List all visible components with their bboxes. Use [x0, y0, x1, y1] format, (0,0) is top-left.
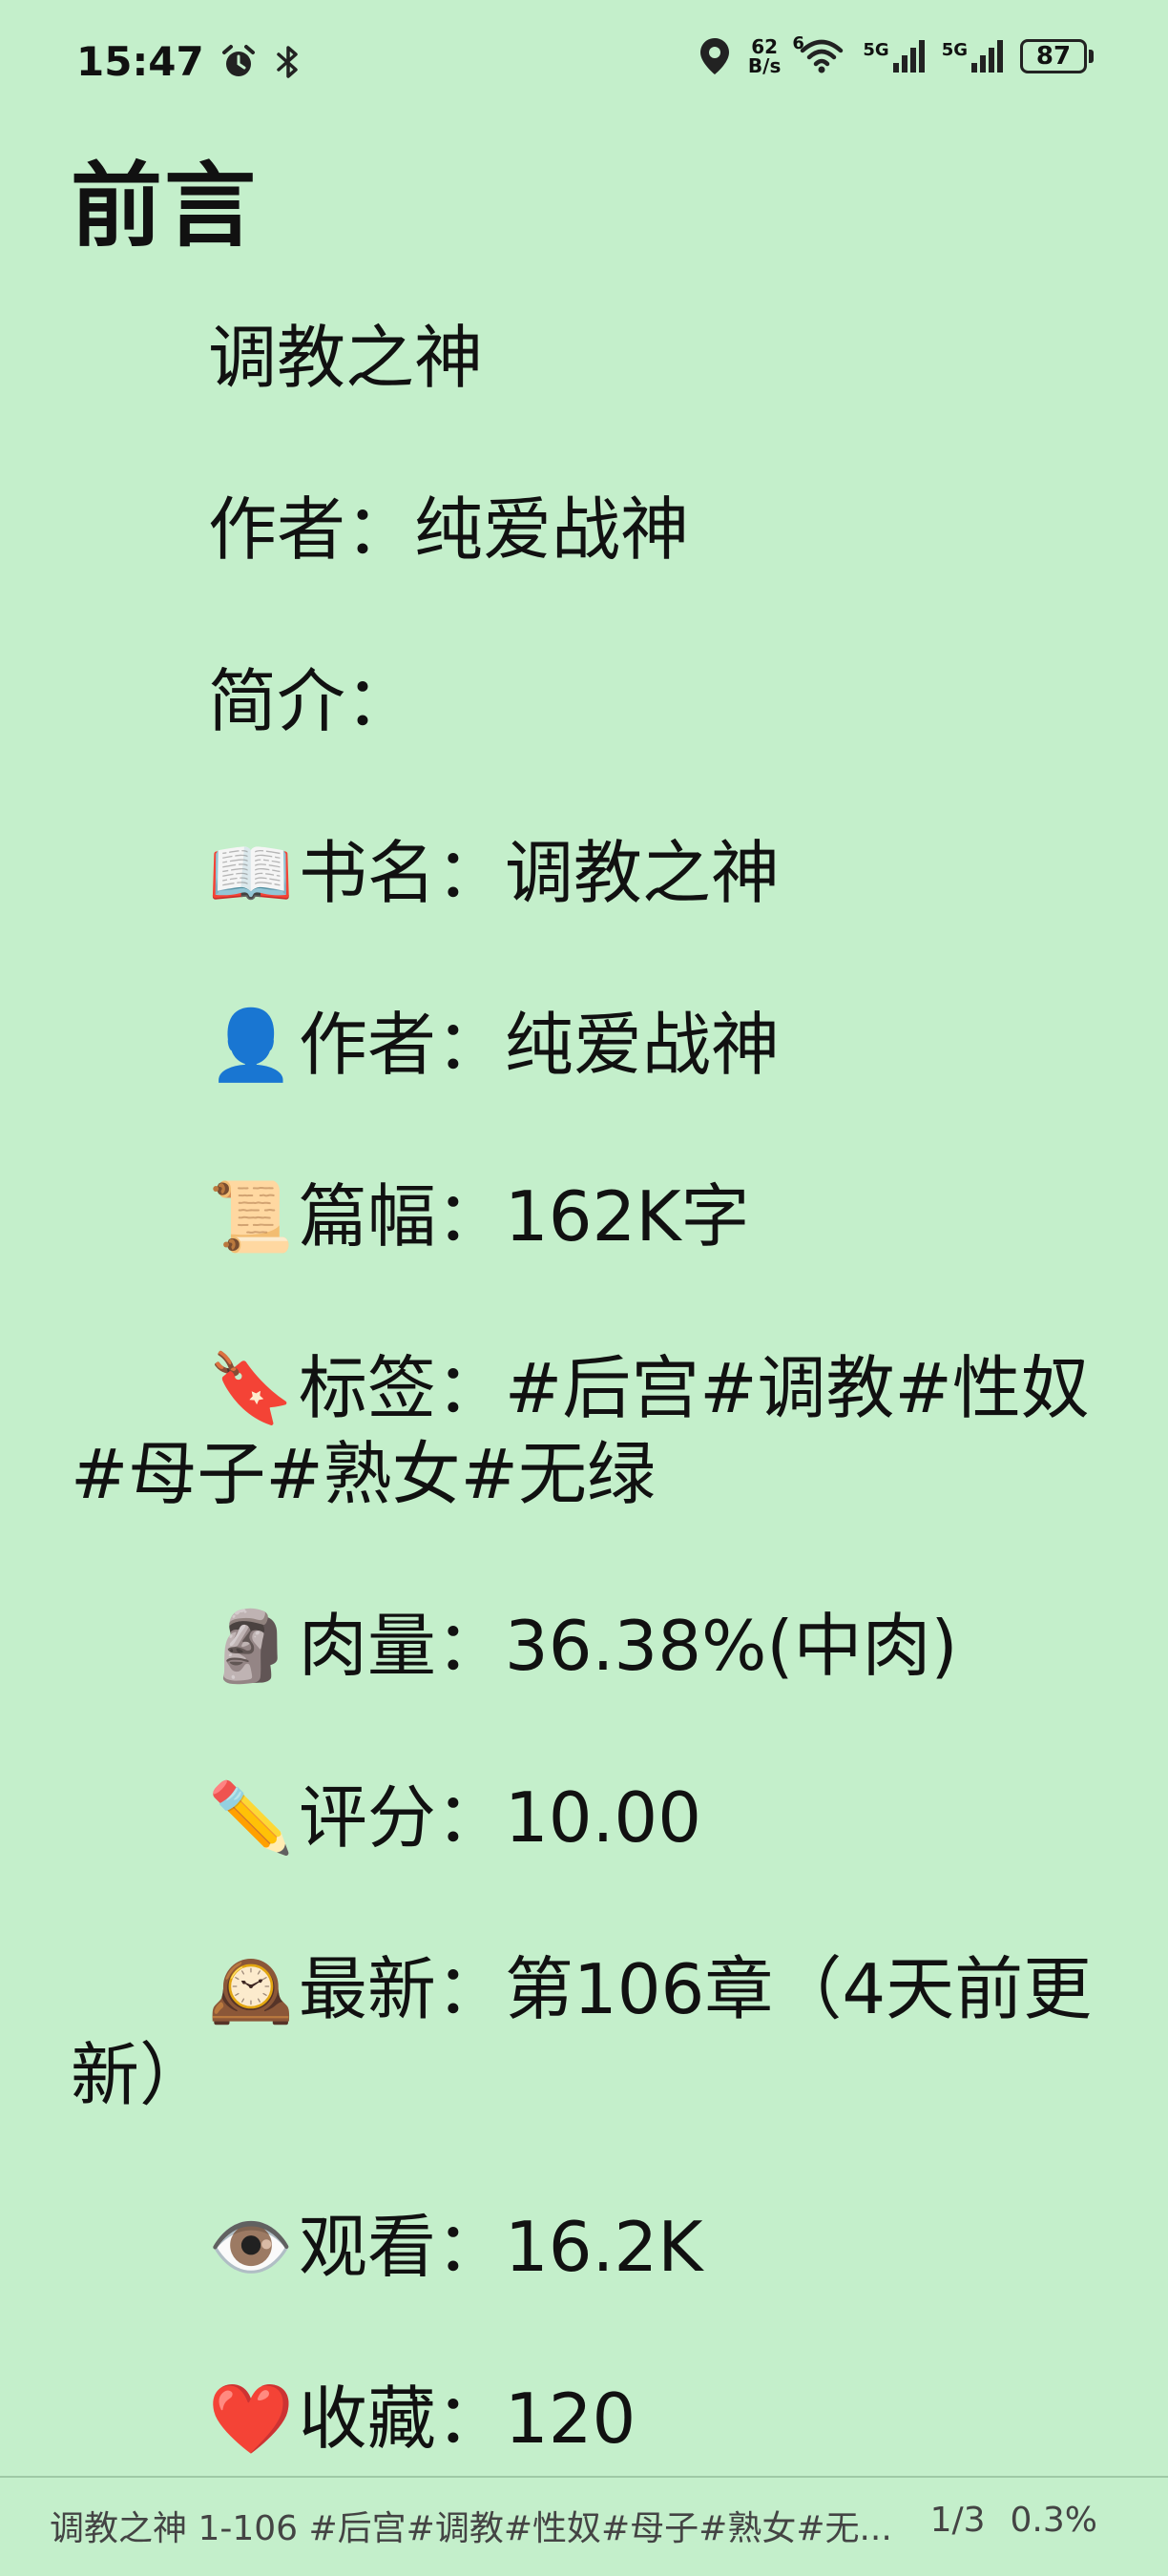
scroll-icon: 📜 [208, 1176, 294, 1257]
book-icon: 📖 [208, 833, 294, 913]
line-book-title: 调教之神 [208, 318, 484, 398]
page-indicator: 1/3 [929, 2501, 986, 2540]
chapter-title: 前言 [71, 153, 258, 260]
chapter-content[interactable]: 调教之神 作者：纯爱战神 简介： 📖 书名：调教之神 👤 作者：纯爱战神 📜 篇… [71, 315, 1101, 2462]
footer-chapter-info: 调教之神 1-106 #后宫#调教#性奴#母子#熟女#无... [50, 2509, 892, 2548]
sim1-bars-icon [892, 40, 925, 73]
footer-progress: 1/3 0.3% [930, 2501, 1097, 2540]
battery-tip [1089, 50, 1094, 63]
alarm-icon [219, 43, 258, 81]
line-rating: ✏️ 评分：10.00 [71, 1775, 1101, 1860]
line-fav: ❤️ 收藏：120 [71, 2376, 1101, 2462]
sim1-signal: 5G [863, 40, 925, 73]
line-views: 👁️ 观看：16.2K [71, 2204, 1101, 2290]
status-left: 15:47 [76, 38, 303, 85]
line-author2: 👤 作者：纯爱战神 [71, 1002, 1101, 1088]
bookmark-icon: 🔖 [208, 1348, 294, 1428]
line-meat: 🗿 肉量：36.38%(中肉) [71, 1603, 1101, 1689]
sim2-label: 5G [941, 40, 968, 60]
wifi-icon: 6 [792, 33, 845, 75]
person-icon: 👤 [208, 1005, 294, 1085]
battery-icon: 87 [1020, 39, 1094, 73]
moai-icon: 🗿 [208, 1606, 294, 1686]
eye-icon: 👁️ [208, 2207, 294, 2287]
line-length: 📜 篇幅：162K字 [71, 1174, 1101, 1259]
reader-footer: 调教之神 1-106 #后宫#调教#性奴#母子#熟女#无... 1/3 0.3% [0, 2476, 1168, 2576]
location-icon [699, 36, 731, 76]
status-bar: 15:47 62 B/s 6 5G 5G 87 [0, 0, 1168, 134]
line-latest: 🕰️ 最新：第106章（4天前更新） [71, 1946, 1101, 2118]
bluetooth-icon [273, 43, 303, 81]
sim1-label: 5G [863, 40, 889, 60]
network-speed: 62 B/s [748, 37, 781, 75]
line-intro: 简介： [208, 661, 415, 741]
wifi-badge: 6 [792, 33, 804, 53]
clock-icon: 🕰️ [208, 1949, 294, 2029]
status-right: 62 B/s 6 5G 5G 87 [699, 33, 1094, 76]
line-tags: 🔖 标签：#后宫#调教#性奴#母子#熟女#无绿 [71, 1345, 1101, 1517]
pencil-icon: ✏️ [208, 1777, 294, 1858]
progress-percent: 0.3% [1010, 2501, 1097, 2540]
line-author: 作者：纯爱战神 [208, 489, 690, 570]
network-speed-unit: B/s [747, 54, 782, 77]
line-name: 📖 书名：调教之神 [71, 830, 1101, 916]
sim2-bars-icon [971, 40, 1003, 73]
clock: 15:47 [76, 38, 204, 85]
heart-icon: ❤️ [208, 2379, 294, 2459]
sim2-signal: 5G [942, 40, 1003, 73]
battery-level: 87 [1020, 39, 1087, 73]
network-speed-value: 62 [751, 35, 779, 58]
